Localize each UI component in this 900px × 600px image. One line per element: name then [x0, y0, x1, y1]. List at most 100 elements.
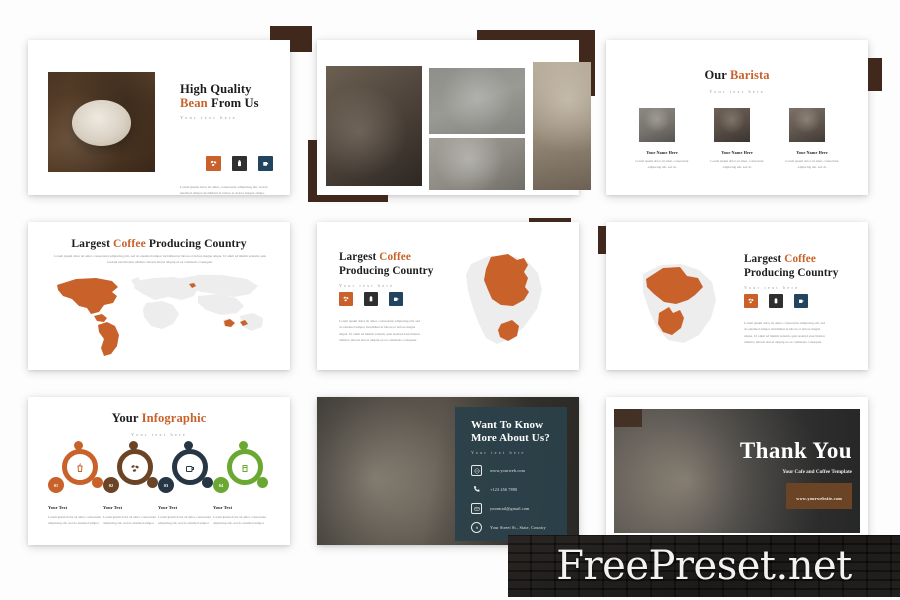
- contact-line-mail[interactable]: yourmail@gmail.com: [471, 503, 530, 514]
- feature-icon-row: [206, 156, 273, 171]
- barista-name: Your Name Here: [721, 150, 753, 155]
- infographic-title-accent: Infographic: [141, 411, 207, 425]
- infographic-number-badge: 02: [103, 477, 119, 493]
- slide-largest-coffee-brazil[interactable]: Largest Coffee Producing Country Your te…: [317, 218, 579, 370]
- bolivia-subtitle: Your text here: [744, 285, 800, 290]
- infographic-label: Your Text: [103, 505, 123, 510]
- hand-holding-latte-photo: [429, 138, 525, 190]
- infographic-label: Your Text: [158, 505, 178, 510]
- brazil-subtitle: Your text here: [339, 283, 395, 288]
- coffee-cup-icon[interactable]: [794, 294, 808, 308]
- slide-title-rest: From Us: [207, 96, 259, 110]
- infographic-body: Lorem ipsum dolor sit amet, consectetur …: [158, 515, 212, 526]
- coffee-beans-icon[interactable]: [206, 156, 221, 171]
- slide-body-text: Lorem ipsum dolor sit amet, consectetur …: [180, 185, 268, 195]
- slide-photo-grid[interactable]: [308, 30, 595, 202]
- barista-bio: Lorem ipsum dolor sit amet, consectetur …: [710, 159, 764, 170]
- world-title-post: Producing Country: [145, 237, 247, 250]
- pouring-coffee-photo: [326, 66, 422, 186]
- slide-want-to-know-more[interactable]: Want To Know More About Us? Your text he…: [317, 397, 579, 545]
- barista-photo: [789, 108, 825, 142]
- website-icon: [471, 465, 482, 476]
- world-title-accent: Coffee: [113, 237, 146, 250]
- infographic-label: Your Text: [213, 505, 233, 510]
- coffee-cup-photo: [48, 72, 155, 172]
- phone-icon: [471, 484, 482, 495]
- brazil-map: [449, 244, 561, 360]
- brazil-title-line2: Producing Country: [339, 265, 434, 277]
- mail-icon: [471, 503, 482, 514]
- barista-name: Your Name Here: [646, 150, 678, 155]
- contact-mail-text: yourmail@gmail.com: [490, 506, 530, 511]
- slide-our-barista[interactable]: Our Barista Your text here Your Name Her…: [606, 40, 882, 195]
- website-button-label: www.yourwebsite.com: [796, 496, 842, 501]
- watermark-banner: FreePreset.net: [508, 535, 900, 597]
- slide-your-infographic[interactable]: Your Infographic Your text here 01 Your …: [28, 397, 290, 545]
- barista-title-pre: Our: [704, 68, 730, 82]
- coffee-cup-icon[interactable]: [389, 292, 403, 306]
- coffee-pot-icon[interactable]: [364, 292, 378, 306]
- infographic-label: Your Text: [48, 505, 68, 510]
- bolivia-title-line2: Producing Country: [744, 267, 839, 279]
- contact-website-text: www.yourweb.com: [490, 468, 526, 473]
- contact-line-phone[interactable]: +123 456 7890: [471, 484, 517, 495]
- contact-subtitle: Your text here: [471, 450, 526, 455]
- barista-card[interactable]: Your Name Here Lorem ipsum dolor sit ame…: [780, 108, 844, 170]
- slide-subtitle: Your text here: [180, 115, 237, 120]
- world-map: [48, 270, 274, 360]
- barista-photo: [639, 108, 675, 142]
- coffee-glass-icon: [239, 461, 251, 479]
- slide-thank-you[interactable]: Thank You Your Cafe and Coffee Template …: [606, 397, 868, 545]
- slide-high-quality-bean[interactable]: High Quality Bean From Us Your text here…: [28, 26, 312, 195]
- infographic-body: Lorem ipsum dolor sit amet, consectetur …: [213, 515, 267, 526]
- barista-card[interactable]: Your Name Here Lorem ipsum dolor sit ame…: [705, 108, 769, 170]
- website-button[interactable]: www.yourwebsite.com: [786, 483, 852, 509]
- feature-icon-row: [339, 292, 403, 306]
- location-icon: [471, 522, 482, 533]
- iced-coffee-icon: [74, 461, 86, 479]
- coffee-beans-icon: [129, 461, 141, 479]
- slide-deck-preview-board: High Quality Bean From Us Your text here…: [0, 0, 900, 600]
- contact-line-address[interactable]: Your Street St., State, Country: [471, 522, 546, 533]
- coffee-pot-icon[interactable]: [232, 156, 247, 171]
- brazil-body-text: Lorem ipsum dolor sit amet, consectetur …: [339, 319, 420, 342]
- infographic-number-badge: 04: [213, 477, 229, 493]
- barista-title-accent: Barista: [729, 68, 770, 82]
- coffee-beans-icon[interactable]: [744, 294, 758, 308]
- watermark-text: FreePreset.net: [556, 543, 852, 589]
- coffee-beans-icon[interactable]: [339, 292, 353, 306]
- bolivia-title-accent: Coffee: [784, 253, 816, 265]
- world-title-pre: Largest: [71, 237, 114, 250]
- slide-largest-coffee-world[interactable]: Largest Coffee Producing Country Lorem i…: [28, 222, 290, 370]
- contact-address-text: Your Street St., State, Country: [490, 525, 546, 530]
- barista-bio: Lorem ipsum dolor sit amet, consectetur …: [635, 159, 689, 170]
- bolivia-map: [628, 252, 740, 360]
- thank-you-subtitle: Your Cafe and Coffee Template: [782, 469, 852, 475]
- cappuccino-plate-photo: [429, 68, 525, 134]
- barista-card[interactable]: Your Name Here Lorem ipsum dolor sit ame…: [630, 108, 694, 170]
- infographic-body: Lorem ipsum dolor sit amet, consectetur …: [103, 515, 157, 526]
- slide-title-accent: Bean: [180, 96, 208, 110]
- contact-title-line2: More About Us?: [471, 432, 550, 444]
- slide-largest-coffee-bolivia[interactable]: Largest Coffee Producing Country Your te…: [598, 222, 868, 370]
- infographic-number-badge: 03: [158, 477, 174, 493]
- infographic-subtitle: Your text here: [131, 432, 187, 437]
- contact-line-website[interactable]: www.yourweb.com: [471, 465, 525, 476]
- coffee-cup-icon[interactable]: [258, 156, 273, 171]
- slide-title-line1: High Quality: [180, 82, 252, 96]
- brazil-title-accent: Coffee: [379, 251, 411, 263]
- window-cup-photo: [533, 62, 591, 190]
- infographic-body: Lorem ipsum dolor sit amet, consectetur …: [48, 515, 102, 526]
- bolivia-body-text: Lorem ipsum dolor sit amet, consectetur …: [744, 321, 825, 344]
- barista-photo: [714, 108, 750, 142]
- barista-subtitle: Your text here: [709, 89, 765, 94]
- barista-bio: Lorem ipsum dolor sit amet, consectetur …: [785, 159, 839, 170]
- barista-name: Your Name Here: [796, 150, 828, 155]
- infographic-number-badge: 01: [48, 477, 64, 493]
- coffee-mug-icon: [184, 461, 196, 479]
- contact-title-line1: Want To Know: [471, 419, 544, 431]
- coffee-pot-icon[interactable]: [769, 294, 783, 308]
- thank-you-title: Thank You: [739, 438, 852, 463]
- bolivia-title-pre: Largest: [744, 253, 785, 265]
- brazil-title-pre: Largest: [339, 251, 380, 263]
